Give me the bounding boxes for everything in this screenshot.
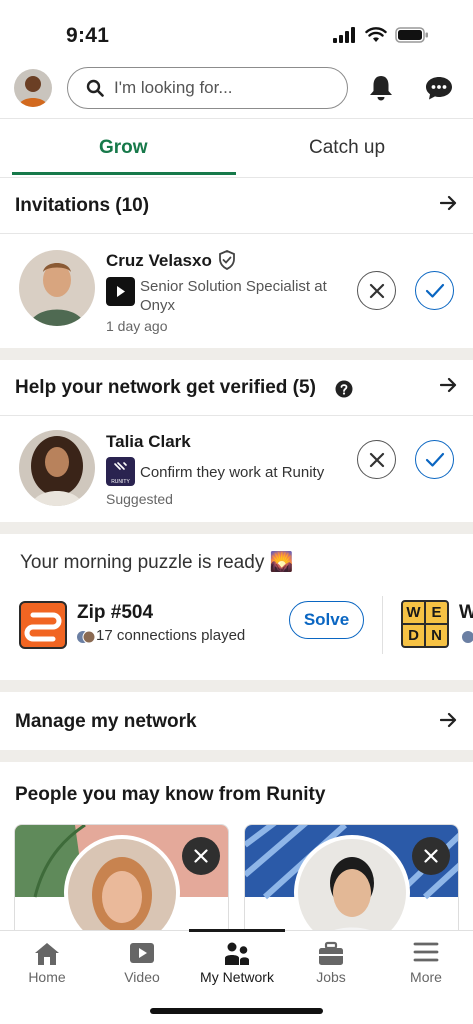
person-card[interactable] [244,824,459,944]
manage-network-title: Manage my network [15,711,197,732]
connections-avatars-icon [462,631,473,643]
battery-icon [395,27,428,43]
nav-label: Home [28,969,66,985]
manage-network-row[interactable]: Manage my network [0,692,473,750]
wend-letter: N [426,625,447,646]
search-placeholder: I'm looking for... [114,78,233,97]
pymk-section: People you may know from Runity [0,762,473,944]
close-icon [369,283,384,298]
verify-meta: Suggested [106,491,173,507]
person-card[interactable] [14,824,229,944]
arrow-right-icon[interactable] [440,194,458,212]
section-divider [0,680,473,692]
zip-connections-played: 17 connections played [96,627,246,644]
nav-my-network[interactable]: My Network [190,931,284,985]
home-icon [35,943,59,965]
verify-header[interactable]: Help your network get verified (5) [0,360,473,416]
headline-line-1: Senior Solution Specialist at [140,278,327,295]
puzzle-divider [382,596,383,654]
verify-card: Talia Clark RUNITY Confirm they work at … [0,416,473,522]
runity-logo-text: RUNITY [111,479,130,485]
dismiss-button[interactable] [357,440,396,479]
nav-label: Video [124,969,160,985]
pymk-title: People you may know from Runity [15,784,326,805]
verify-name[interactable]: Talia Clark [106,432,191,452]
message-icon [426,77,452,100]
nav-more[interactable]: More [379,931,473,985]
menu-icon [413,942,439,962]
nav-home[interactable]: Home [0,931,94,985]
close-icon [194,849,208,863]
bell-icon [370,76,392,101]
section-divider [0,522,473,534]
zip-game-icon[interactable] [19,601,67,649]
invitation-card: Cruz Velasxo Senior Solution Specialist … [0,234,473,348]
puzzle-title: Your morning puzzle is ready 🌄 [20,552,294,573]
puzzle-section: Your morning puzzle is ready 🌄 Zip #504 … [0,534,473,680]
invitations-header[interactable]: Invitations (10) [0,178,473,234]
invitation-time: 1 day ago [106,318,168,334]
dismiss-suggestion-button[interactable] [182,837,220,875]
profile-avatar[interactable] [14,69,52,107]
verify-prompt: Confirm they work at Runity [140,464,325,481]
search-input[interactable]: I'm looking for... [67,67,348,109]
active-tab-indicator [12,172,236,175]
status-time: 9:41 [66,24,110,47]
messaging-button[interactable] [425,75,453,106]
nav-video[interactable]: Video [95,931,189,985]
company-logo [106,277,135,306]
nav-label: Jobs [316,969,346,985]
verify-title: Help your network get verified (5) [15,377,316,398]
close-icon [369,452,384,467]
arrow-right-icon[interactable] [440,376,458,394]
tab-catch-up[interactable]: Catch up [309,137,385,159]
status-icons [333,27,429,43]
connections-avatars-icon [77,630,95,644]
invitation-headline: Senior Solution Specialist at Onyx [140,277,327,315]
section-divider [0,750,473,762]
invitations-title: Invitations (10) [15,195,150,216]
play-icon [117,286,125,297]
zip-title[interactable]: Zip #504 [77,602,153,624]
status-bar: 9:41 [0,0,473,66]
section-divider [0,348,473,360]
arrow-right-icon[interactable] [440,711,458,729]
close-icon [424,849,438,863]
tab-bar: Grow Catch up [0,118,473,178]
check-icon [425,283,444,298]
wend-letter: W [403,602,424,623]
headline-line-2: Onyx [140,297,176,314]
nav-label: My Network [200,969,274,985]
help-icon[interactable] [335,380,353,398]
avatar[interactable] [19,250,95,326]
video-icon [130,943,154,963]
check-icon [425,452,444,467]
signal-icon [333,27,355,43]
wend-letter: E [426,602,447,623]
accept-button[interactable] [415,271,454,310]
nav-jobs[interactable]: Jobs [284,931,378,985]
network-icon [225,942,249,965]
solve-button[interactable]: Solve [289,601,364,639]
runity-mark-icon [114,462,127,470]
nav-label: More [410,969,442,985]
tab-grow[interactable]: Grow [99,137,148,159]
top-bar: I'm looking for... [0,66,473,118]
search-icon [86,79,104,97]
avatar[interactable] [19,430,95,506]
wifi-icon [365,27,387,42]
confirm-button[interactable] [415,440,454,479]
dismiss-suggestion-button[interactable] [412,837,450,875]
notifications-button[interactable] [368,74,394,107]
runity-logo: RUNITY [106,457,135,486]
wend-letter: D [403,625,424,646]
invitation-name[interactable]: Cruz Velasxo [106,251,212,271]
briefcase-icon [319,941,343,965]
home-indicator[interactable] [150,1008,323,1014]
wend-game-icon[interactable]: W E D N [401,600,449,648]
verified-shield-icon [219,250,235,270]
ignore-button[interactable] [357,271,396,310]
next-puzzle-title[interactable]: W [459,602,473,624]
